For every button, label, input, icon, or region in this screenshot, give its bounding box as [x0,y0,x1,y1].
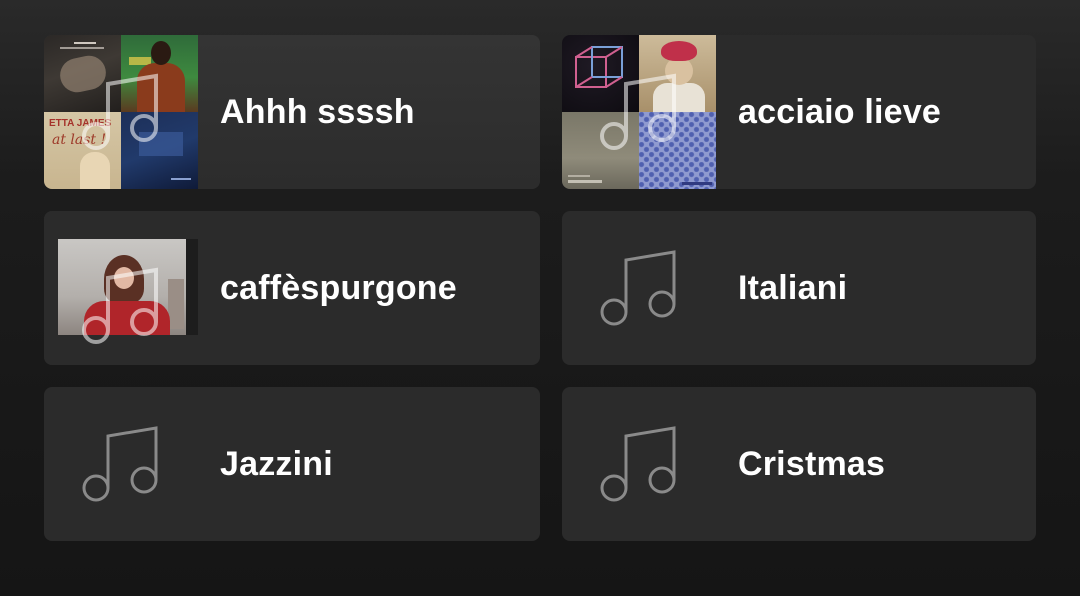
playlist-title: Cristmas [738,444,886,483]
playlist-title: Jazzini [220,444,333,483]
playlist-cover-placeholder [562,387,716,541]
music-note-icon [82,426,158,502]
playlist-card-caffespurgone[interactable]: caffèspurgone [44,211,540,365]
playlist-title: Ahhh ssssh [220,92,415,131]
playlist-title: acciaio lieve [738,92,941,131]
music-note-icon [600,250,676,326]
playlist-grid: ETTA JAMES at last ! Ahhh ssssh acciaio … [44,35,1036,541]
playlist-cover-placeholder [44,387,198,541]
playlist-title: caffèspurgone [220,268,457,307]
playlist-card-acciaio-lieve[interactable]: acciaio lieve [562,35,1036,189]
playlist-title: Italiani [738,268,848,307]
playlist-cover-mosaic [562,35,716,189]
music-note-icon [82,268,158,345]
music-note-icon [82,73,158,150]
playlist-card-ahhh-ssssh[interactable]: ETTA JAMES at last ! Ahhh ssssh [44,35,540,189]
playlist-card-italiani[interactable]: Italiani [562,211,1036,365]
playlist-card-cristmas[interactable]: Cristmas [562,387,1036,541]
playlist-cover-placeholder [562,211,716,365]
playlist-card-jazzini[interactable]: Jazzini [44,387,540,541]
playlist-cover-photo [44,211,198,365]
music-note-icon [600,73,676,150]
playlist-cover-mosaic: ETTA JAMES at last ! [44,35,198,189]
music-note-icon [600,426,676,502]
